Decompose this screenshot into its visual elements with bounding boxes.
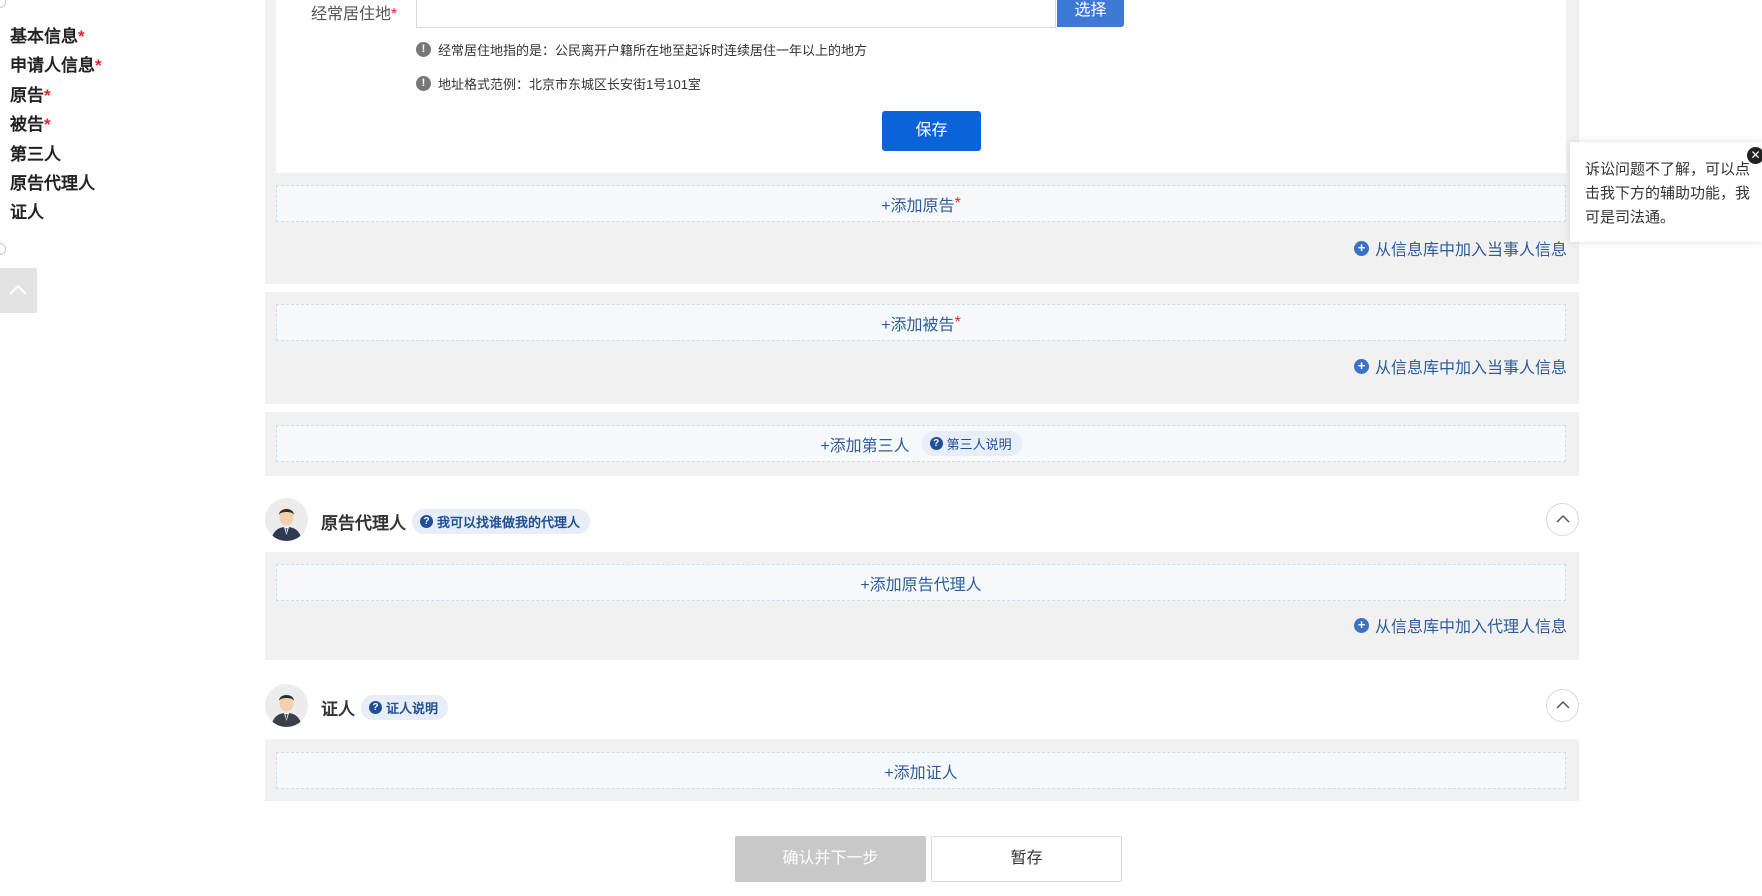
plus-circle-icon: + bbox=[1353, 358, 1369, 374]
third-party-section: +添加第三人 ? 第三人说明 bbox=[265, 412, 1579, 476]
badge-label: 我可以找谁做我的代理人 bbox=[437, 515, 581, 530]
person-avatar-icon bbox=[265, 684, 308, 727]
add-agent-button[interactable]: +添加原告代理人 bbox=[276, 564, 1566, 601]
nav-item-plaintiff[interactable]: 原告* bbox=[10, 81, 170, 110]
agent-section: +添加原告代理人 + 从信息库中加入代理人信息 bbox=[265, 552, 1579, 660]
agent-section-header: 原告代理人 ? 我可以找谁做我的代理人 bbox=[265, 498, 1579, 542]
address-format-hint: ! 地址格式范例：北京市东城区长安街1号101室 bbox=[416, 74, 701, 93]
exclamation-icon: ! bbox=[416, 76, 431, 91]
plaintiff-form: 经常居住地* 选择 ! 经常居住地指的是：公民离开户籍所在地至起诉时连续居住一年… bbox=[276, 0, 1566, 173]
side-nav: 基本信息* 申请人信息* 原告* 被告* 第三人 原告代理人 证人 bbox=[10, 22, 170, 228]
nav-item-applicant[interactable]: 申请人信息* bbox=[10, 51, 170, 80]
defendant-section: +添加被告 * + 从信息库中加入当事人信息 bbox=[265, 292, 1579, 404]
plaintiff-library-link[interactable]: + 从信息库中加入当事人信息 bbox=[1353, 236, 1567, 260]
nav-label: 证人 bbox=[10, 203, 44, 223]
witness-section: +添加证人 bbox=[265, 739, 1579, 801]
library-link-label: 从信息库中加入当事人信息 bbox=[1374, 242, 1567, 259]
required-mark: * bbox=[44, 85, 51, 105]
plaintiff-section: 经常居住地* 选择 ! 经常居住地指的是：公民离开户籍所在地至起诉时连续居住一年… bbox=[265, 0, 1579, 284]
chevron-up-icon bbox=[1556, 514, 1570, 523]
witness-collapse-button[interactable] bbox=[1546, 689, 1579, 722]
library-link-label: 从信息库中加入代理人信息 bbox=[1374, 619, 1567, 636]
required-mark: * bbox=[95, 56, 102, 76]
close-icon[interactable]: ✕ bbox=[1747, 147, 1762, 164]
required-mark: * bbox=[954, 194, 961, 212]
badge-label: 第三人说明 bbox=[946, 437, 1012, 452]
required-mark: * bbox=[44, 115, 51, 135]
witness-help-badge[interactable]: ? 证人说明 bbox=[361, 695, 449, 720]
chevron-up-icon bbox=[1556, 700, 1570, 709]
nav-label: 原告代理人 bbox=[10, 173, 95, 193]
defendant-library-link[interactable]: + 从信息库中加入当事人信息 bbox=[1353, 354, 1567, 378]
residence-input[interactable] bbox=[416, 0, 1056, 28]
nav-item-basic-info[interactable]: 基本信息* bbox=[10, 22, 170, 51]
plus-circle-icon: + bbox=[1353, 617, 1369, 633]
section-title-text: 证人 bbox=[321, 700, 355, 719]
add-plaintiff-label: +添加原告 bbox=[881, 197, 955, 215]
plus-circle-icon: + bbox=[1353, 240, 1369, 256]
select-residence-button[interactable]: 选择 bbox=[1057, 0, 1124, 27]
question-icon: ? bbox=[420, 515, 433, 528]
save-button[interactable]: 保存 bbox=[882, 111, 981, 151]
person-avatar-icon bbox=[265, 498, 308, 541]
nav-item-third-party[interactable]: 第三人 bbox=[10, 140, 170, 169]
save-draft-button[interactable]: 暂存 bbox=[931, 836, 1122, 882]
avatar bbox=[265, 498, 308, 541]
confirm-next-button[interactable]: 确认并下一步 bbox=[735, 836, 926, 882]
residence-label: 经常居住地* bbox=[311, 6, 398, 23]
hint-text: 经常居住地指的是：公民离开户籍所在地至起诉时连续居住一年以上的地方 bbox=[438, 43, 868, 58]
add-defendant-label: +添加被告 bbox=[881, 316, 955, 334]
nav-label: 申请人信息 bbox=[10, 56, 95, 76]
agent-help-badge[interactable]: ? 我可以找谁做我的代理人 bbox=[412, 509, 591, 534]
witness-title: 证人 ? 证人说明 bbox=[321, 695, 449, 720]
third-party-help-badge[interactable]: ? 第三人说明 bbox=[921, 431, 1022, 456]
nav-item-plaintiff-agent[interactable]: 原告代理人 bbox=[10, 169, 170, 198]
nav-track-dot bbox=[0, 243, 6, 255]
add-witness-button[interactable]: +添加证人 bbox=[276, 752, 1566, 789]
agent-collapse-button[interactable] bbox=[1546, 503, 1579, 536]
required-mark: * bbox=[78, 27, 85, 46]
agent-title: 原告代理人 ? 我可以找谁做我的代理人 bbox=[321, 509, 591, 534]
nav-label: 第三人 bbox=[10, 144, 61, 164]
assistant-tooltip: 诉讼问题不了解，可以点击我下方的辅助功能，我可是司法通。 bbox=[1570, 142, 1762, 242]
nav-label: 原告 bbox=[10, 85, 44, 105]
back-to-top-button[interactable] bbox=[0, 268, 37, 313]
nav-label: 基本信息 bbox=[10, 27, 78, 46]
nav-item-witness[interactable]: 证人 bbox=[10, 198, 170, 227]
exclamation-icon: ! bbox=[416, 42, 431, 57]
question-icon: ? bbox=[369, 701, 382, 714]
badge-label: 证人说明 bbox=[386, 701, 439, 716]
hint-text: 地址格式范例：北京市东城区长安街1号101室 bbox=[438, 77, 701, 92]
add-third-party-button[interactable]: +添加第三人 ? 第三人说明 bbox=[276, 425, 1566, 462]
avatar bbox=[265, 684, 308, 727]
chevron-up-icon bbox=[9, 284, 27, 295]
add-third-party-label: +添加第三人 bbox=[820, 437, 910, 455]
section-title-text: 原告代理人 bbox=[321, 514, 406, 533]
nav-track-dot bbox=[0, 0, 6, 8]
agent-library-link[interactable]: + 从信息库中加入代理人信息 bbox=[1353, 613, 1567, 637]
add-defendant-button[interactable]: +添加被告 * bbox=[276, 304, 1566, 341]
question-icon: ? bbox=[929, 437, 943, 450]
nav-item-defendant[interactable]: 被告* bbox=[10, 110, 170, 139]
assistant-text: 诉讼问题不了解，可以点击我下方的辅助功能，我可是司法通。 bbox=[1585, 161, 1751, 226]
required-mark: * bbox=[954, 313, 961, 331]
witness-section-header: 证人 ? 证人说明 bbox=[265, 684, 1579, 728]
library-link-label: 从信息库中加入当事人信息 bbox=[1374, 360, 1567, 377]
nav-label: 被告 bbox=[10, 115, 44, 135]
residence-hint: ! 经常居住地指的是：公民离开户籍所在地至起诉时连续居住一年以上的地方 bbox=[416, 40, 867, 59]
add-plaintiff-button[interactable]: +添加原告 * bbox=[276, 185, 1566, 222]
